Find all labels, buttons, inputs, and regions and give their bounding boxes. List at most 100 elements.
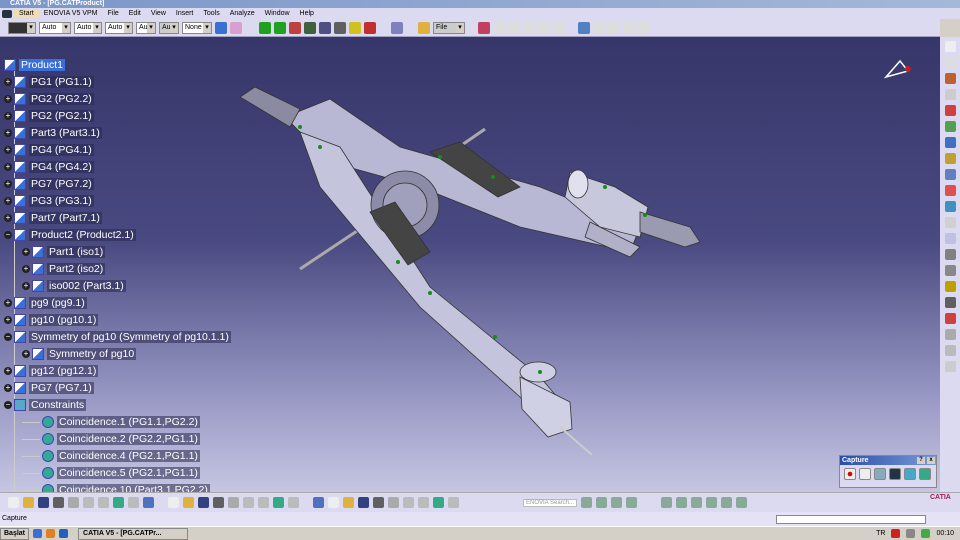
gear-icon[interactable]	[676, 497, 688, 508]
tree-root-label[interactable]: Product1	[19, 59, 66, 71]
tree-item-label[interactable]: Symmetry of pg10 (Symmetry of pg10.1.1)	[29, 331, 231, 343]
volume-icon[interactable]	[921, 529, 931, 538]
expand-icon[interactable]: +	[4, 180, 12, 188]
3d-viewport[interactable]: Product1 + PG1 (PG1.1) + PG2 (PG2.2) + PG2 (P…	[0, 37, 940, 492]
offset-icon[interactable]	[334, 21, 346, 34]
tree-item-label[interactable]: Part3 (Part3.1)	[29, 127, 102, 139]
network-icon[interactable]	[611, 497, 623, 508]
catalog-icon[interactable]	[391, 21, 403, 34]
hide-show-icon[interactable]	[433, 497, 444, 508]
right-tool-icon[interactable]	[944, 169, 956, 180]
network-icon[interactable]	[906, 529, 916, 538]
new-part-icon[interactable]	[508, 21, 520, 34]
tree-item[interactable]: + PG1 (PG1.1)	[4, 74, 94, 90]
tree-item[interactable]: Coincidence.1 (PG1.1,PG2.2)	[22, 414, 200, 430]
whats-this-icon[interactable]	[143, 497, 154, 508]
tree-item-label[interactable]: PG4 (PG4.1)	[29, 144, 94, 156]
tree-item[interactable]: + pg9 (pg9.1)	[4, 295, 87, 311]
album-icon[interactable]	[904, 468, 916, 480]
media-player-icon[interactable]	[46, 529, 56, 538]
existing-component-icon[interactable]	[523, 21, 535, 34]
layer-combo[interactable]: Aut	[136, 21, 156, 34]
smart-move-icon[interactable]	[319, 21, 331, 34]
undo-icon[interactable]	[113, 497, 124, 508]
menu-window[interactable]: Window	[260, 10, 295, 17]
tree-item[interactable]: + PG4 (PG4.1)	[4, 142, 94, 158]
expand-icon[interactable]: +	[4, 214, 12, 222]
tree-item-label[interactable]: pg9 (pg9.1)	[29, 297, 87, 309]
point-combo[interactable]: Auto	[105, 21, 133, 34]
right-tool-icon[interactable]	[944, 345, 956, 356]
enovia-search-field[interactable]: ENOVIA Search...	[523, 498, 578, 507]
pan-icon[interactable]	[313, 497, 324, 508]
right-tool-icon[interactable]	[944, 185, 956, 196]
file-combo[interactable]: File	[433, 21, 465, 34]
redo-icon[interactable]	[128, 497, 139, 508]
expand-icon[interactable]: +	[4, 197, 12, 205]
tree-item[interactable]: + Part7 (Part7.1)	[4, 210, 102, 226]
linetype-combo[interactable]: Auto	[39, 21, 71, 34]
expand-icon[interactable]: +	[4, 299, 12, 307]
right-tool-icon[interactable]	[944, 73, 956, 84]
expand-icon[interactable]: +	[22, 248, 30, 256]
help-button[interactable]: ?	[917, 457, 925, 464]
copy-icon[interactable]	[83, 497, 94, 508]
tree-item-label[interactable]: Coincidence.1 (PG1.1,PG2.2)	[57, 416, 200, 428]
right-tool-icon[interactable]	[944, 57, 956, 68]
expand-icon[interactable]: +	[4, 129, 12, 137]
tree-item-label[interactable]: pg10 (pg10.1)	[29, 314, 99, 326]
tree-item[interactable]: + PG2 (PG2.2)	[4, 91, 94, 107]
start-button[interactable]: Başlat	[0, 527, 30, 540]
tree-item-label[interactable]: Coincidence.10 (Part3.1,PG2.2)	[57, 484, 210, 492]
tree-item-label[interactable]: Part7 (Part7.1)	[29, 212, 102, 224]
tree-item-label[interactable]: Coincidence.5 (PG2.1,PG1.1)	[57, 467, 200, 479]
menu-start[interactable]: Start	[14, 10, 39, 17]
reuse-pattern-icon[interactable]	[593, 21, 605, 34]
bill-of-material-icon[interactable]	[638, 21, 650, 34]
camera-icon[interactable]	[626, 497, 638, 508]
tray-app-icon[interactable]	[891, 529, 901, 538]
tree-item[interactable]: + PG7 (PG7.1)	[4, 380, 94, 396]
menu-analyze[interactable]: Analyze	[225, 10, 260, 17]
tree-item[interactable]: + PG3 (PG3.1)	[4, 193, 94, 209]
comment-icon[interactable]	[183, 497, 194, 508]
paste-icon[interactable]	[98, 497, 109, 508]
right-tool-icon[interactable]	[944, 361, 956, 372]
menu-help[interactable]: Help	[295, 10, 319, 17]
expand-icon[interactable]: +	[4, 367, 12, 375]
painter-icon[interactable]	[215, 21, 227, 34]
right-tool-icon[interactable]	[944, 89, 956, 100]
tree-item-label[interactable]: PG4 (PG4.2)	[29, 161, 94, 173]
collapse-icon[interactable]: −	[4, 333, 12, 341]
expand-icon[interactable]: +	[4, 146, 12, 154]
tree-item[interactable]: − Symmetry of pg10 (Symmetry of pg10.1.1)	[4, 329, 231, 345]
tree-item[interactable]: + PG7 (PG7.2)	[4, 176, 94, 192]
formula-icon[interactable]	[168, 497, 179, 508]
menu-tools[interactable]: Tools	[198, 10, 224, 17]
tree-item-label[interactable]: Part1 (iso1)	[47, 246, 106, 258]
right-tool-icon[interactable]	[944, 281, 956, 292]
feather-icon[interactable]	[736, 497, 748, 508]
expand-icon[interactable]: +	[4, 95, 12, 103]
tree-item[interactable]: + PG4 (PG4.2)	[4, 159, 94, 175]
right-tool-icon[interactable]	[944, 121, 956, 132]
capture-icon[interactable]	[889, 468, 901, 480]
properties-icon[interactable]	[230, 21, 242, 34]
tree-item[interactable]: + Part2 (iso2)	[22, 261, 106, 277]
tree-item-label[interactable]: PG2 (PG2.2)	[29, 93, 94, 105]
expand-icon[interactable]: +	[4, 112, 12, 120]
new-icon[interactable]	[8, 497, 19, 508]
multi-instantiate-icon[interactable]	[578, 21, 590, 34]
tree-item[interactable]: Coincidence.4 (PG2.1,PG1.1)	[22, 448, 200, 464]
tree-root[interactable]: Product1	[4, 57, 66, 73]
model-icon[interactable]	[691, 497, 703, 508]
explode-icon[interactable]	[289, 21, 301, 34]
multi-view-icon[interactable]	[388, 497, 399, 508]
open-folder-icon[interactable]	[418, 21, 430, 34]
cut-icon[interactable]	[68, 497, 79, 508]
light-icon[interactable]	[198, 497, 209, 508]
show-desktop-icon[interactable]	[33, 529, 43, 538]
right-tool-icon[interactable]	[944, 313, 956, 324]
snap-icon[interactable]	[274, 21, 286, 34]
menu-view[interactable]: View	[146, 10, 171, 17]
